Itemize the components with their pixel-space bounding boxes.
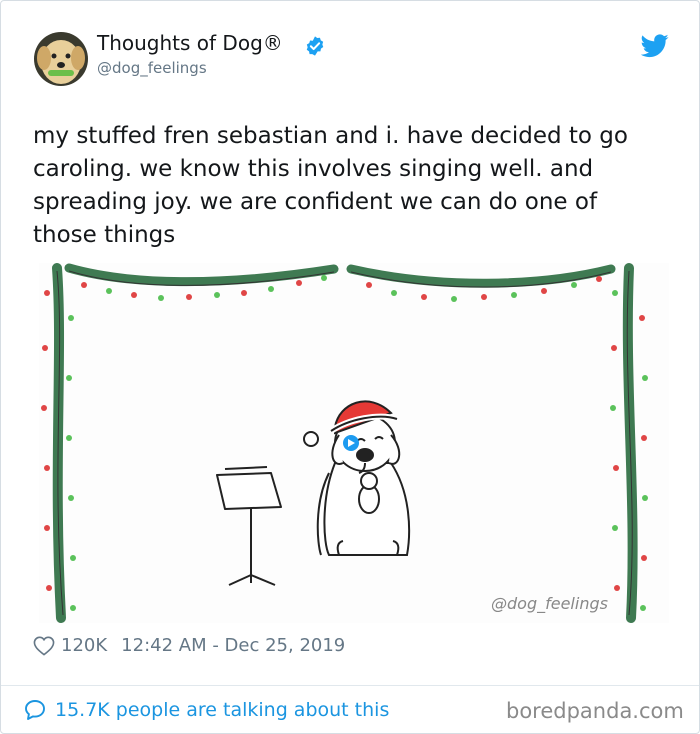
media-signature: @dog_feelings bbox=[491, 594, 608, 614]
tweet-timestamp[interactable]: 12:42 AM - Dec 25, 2019 bbox=[121, 635, 345, 656]
like-count[interactable]: 120K bbox=[61, 635, 107, 656]
twitter-bird-icon[interactable] bbox=[641, 34, 669, 58]
divider bbox=[1, 685, 699, 686]
tweet-text: my stuffed fren sebastian and i. have de… bbox=[33, 123, 628, 248]
speech-bubble-icon bbox=[25, 700, 45, 720]
verified-badge-icon bbox=[306, 36, 324, 56]
heart-icon[interactable] bbox=[33, 636, 55, 656]
tweet-card: Thoughts of Dog® @dog_feelings my stuffe… bbox=[0, 0, 700, 734]
conversation-link[interactable]: 15.7K people are talking about this bbox=[23, 698, 389, 722]
boredpanda-watermark: boredpanda.com bbox=[506, 699, 684, 723]
author-name[interactable]: Thoughts of Dog® bbox=[97, 31, 283, 55]
author-handle[interactable]: @dog_feelings bbox=[97, 59, 207, 77]
tweet-meta: 120K 12:42 AM - Dec 25, 2019 bbox=[33, 635, 345, 656]
tweet-media[interactable]: @dog_feelings bbox=[39, 263, 669, 623]
conversation-text[interactable]: 15.7K people are talking about this bbox=[55, 699, 389, 721]
dog-avatar[interactable] bbox=[34, 32, 88, 86]
